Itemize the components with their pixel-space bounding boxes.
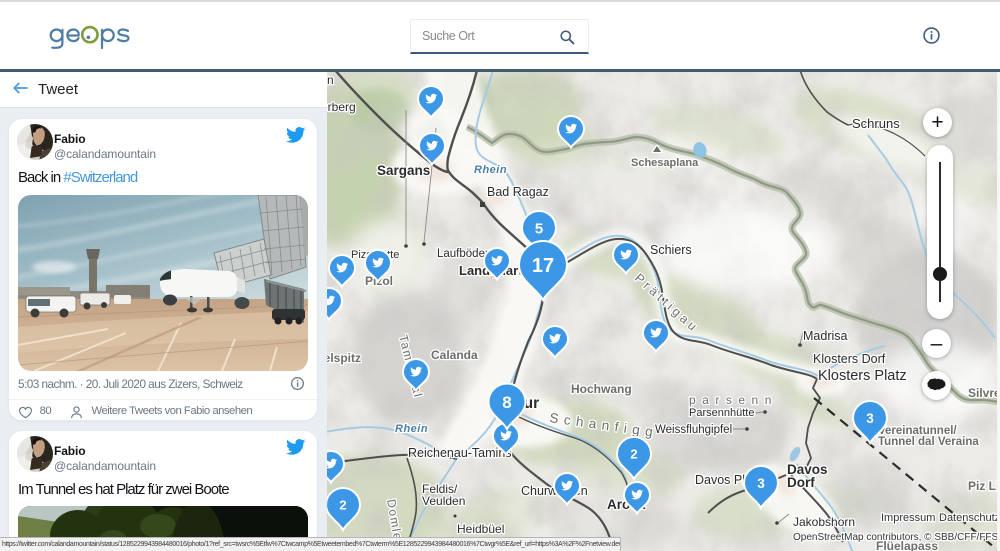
svg-text:3: 3 xyxy=(866,411,874,426)
svg-text:Heidbüel: Heidbüel xyxy=(457,522,504,536)
svg-text:Madrisa: Madrisa xyxy=(803,329,848,343)
svg-text:n: n xyxy=(327,73,334,87)
svg-text:5: 5 xyxy=(535,220,543,237)
svg-text:Datenschutz: Datenschutz xyxy=(939,512,1000,524)
svg-text:Sargans: Sargans xyxy=(377,163,430,178)
svg-text:Reichenau-Tamins: Reichenau-Tamins xyxy=(408,446,512,460)
svg-text:8: 8 xyxy=(502,393,511,412)
svg-text:Rhein: Rhein xyxy=(474,164,507,176)
svg-text:Klosters Dorf: Klosters Dorf xyxy=(813,352,886,366)
svg-text:17: 17 xyxy=(532,255,554,277)
svg-text:Jakobshorn: Jakobshorn xyxy=(793,515,855,529)
svg-text:3: 3 xyxy=(757,476,765,491)
svg-text:Klosters Platz: Klosters Platz xyxy=(818,368,907,384)
svg-text:Flüelapass: Flüelapass xyxy=(876,539,938,551)
svg-text:Piz Linard: Piz Linard xyxy=(968,479,1000,493)
svg-text:Silvrett: Silvrett xyxy=(968,386,1000,400)
svg-text:Veulden: Veulden xyxy=(422,494,465,508)
svg-text:Rhein: Rhein xyxy=(395,423,428,435)
svg-text:Tunnel dal Veraina: Tunnel dal Veraina xyxy=(878,436,979,448)
svg-text:parsenn: parsenn xyxy=(689,393,778,407)
svg-text:Impressum: Impressum xyxy=(881,512,935,524)
svg-text:Bad Ragaz: Bad Ragaz xyxy=(487,185,549,199)
svg-text:2: 2 xyxy=(339,498,346,513)
svg-text:Calanda: Calanda xyxy=(431,348,478,362)
svg-text:erberg: erberg xyxy=(327,100,356,114)
svg-text:2: 2 xyxy=(630,447,637,462)
svg-text:Ringelspitz: Ringelspitz xyxy=(327,351,361,365)
svg-text:Laufböden: Laufböden xyxy=(437,248,491,260)
svg-text:Dorf: Dorf xyxy=(787,475,815,490)
svg-text:Weissfluhgipfel: Weissfluhgipfel xyxy=(655,424,732,436)
svg-text:Parsennhütte: Parsennhütte xyxy=(689,407,754,419)
svg-text:Schiers: Schiers xyxy=(650,243,692,257)
svg-text:Schruns: Schruns xyxy=(852,116,900,131)
svg-text:Schesaplana: Schesaplana xyxy=(631,157,699,169)
svg-text:Hochwang: Hochwang xyxy=(571,382,632,396)
svg-text:Davos Pl: Davos Pl xyxy=(695,473,745,487)
